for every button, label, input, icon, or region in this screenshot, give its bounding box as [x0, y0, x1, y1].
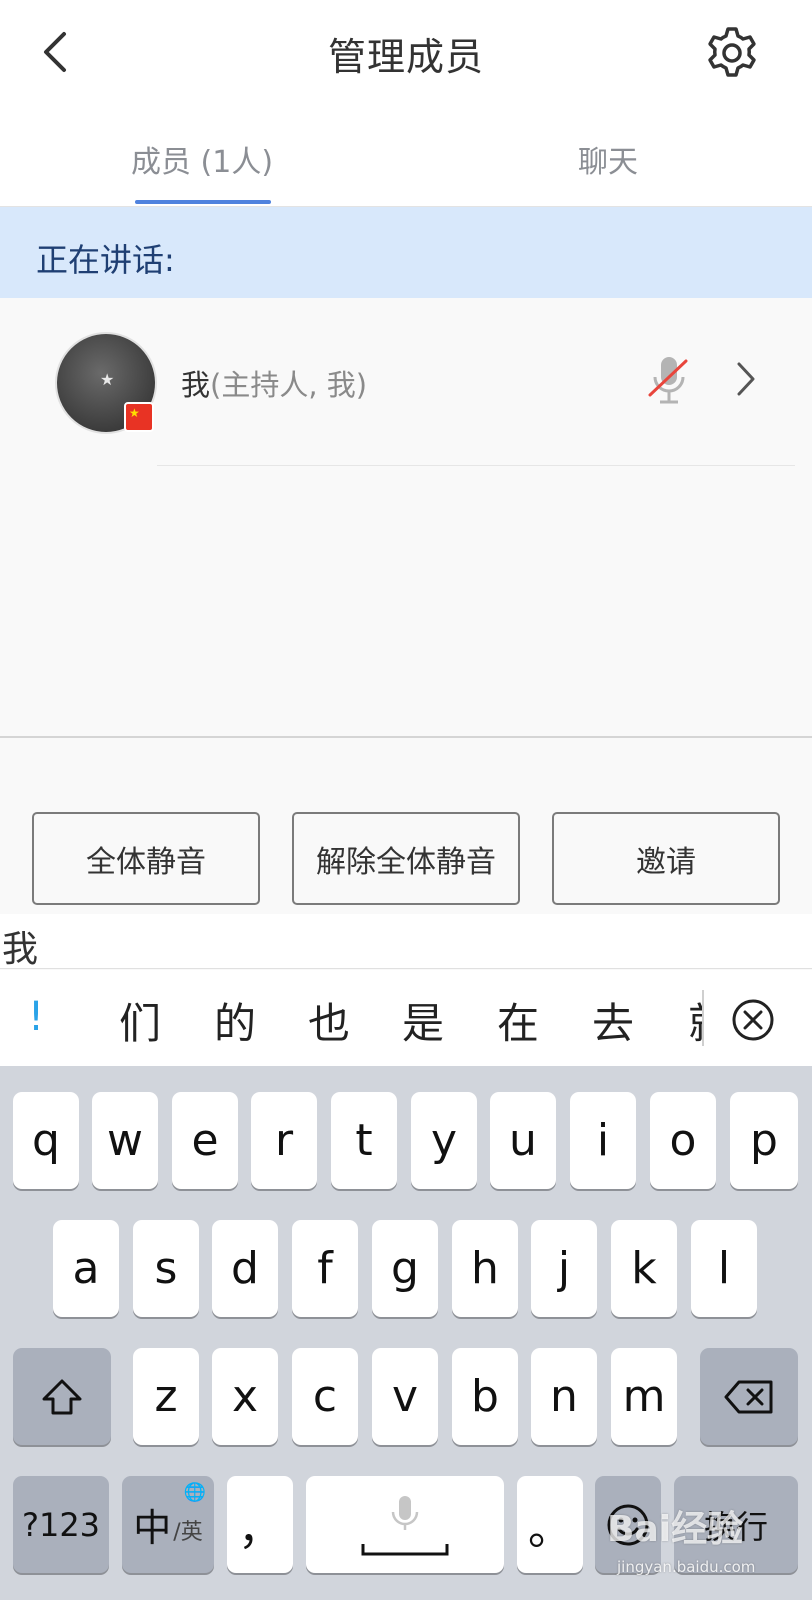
key-m[interactable]: m: [611, 1348, 677, 1445]
language-key[interactable]: 🌐 中/英: [122, 1476, 214, 1573]
tab-members[interactable]: 成员 (1人): [131, 137, 273, 181]
space-mic-icon: [361, 1495, 449, 1555]
key-t[interactable]: t: [331, 1092, 397, 1189]
app-header: 管理成员: [0, 0, 812, 105]
key-e[interactable]: e: [172, 1092, 238, 1189]
candidate-1[interactable]: 们: [119, 990, 161, 1051]
member-name: 我(主持人, 我): [181, 362, 367, 404]
backspace-key[interactable]: [700, 1348, 798, 1445]
key-b[interactable]: b: [452, 1348, 518, 1445]
row-divider: [157, 465, 795, 466]
numbers-key[interactable]: ?123: [13, 1476, 109, 1573]
member-name-text: 我: [181, 368, 211, 402]
candidate-5[interactable]: 在: [497, 990, 539, 1051]
key-h[interactable]: h: [452, 1220, 518, 1317]
space-key[interactable]: [306, 1476, 504, 1573]
watermark-logo: Bai经验: [607, 1509, 744, 1550]
key-p[interactable]: p: [730, 1092, 798, 1189]
unmute-all-button[interactable]: 解除全体静音: [292, 812, 520, 905]
key-z[interactable]: z: [133, 1348, 199, 1445]
candidate-4[interactable]: 是: [402, 990, 444, 1051]
key-x[interactable]: x: [212, 1348, 278, 1445]
key-q[interactable]: q: [13, 1092, 79, 1189]
candidate-bar: ! 们 的 也 是 在 去 就: [0, 970, 812, 1066]
shift-icon: [42, 1379, 82, 1414]
key-w[interactable]: w: [92, 1092, 158, 1189]
key-c[interactable]: c: [292, 1348, 358, 1445]
candidate-2[interactable]: 的: [214, 990, 256, 1051]
key-a[interactable]: a: [53, 1220, 119, 1317]
key-j[interactable]: j: [531, 1220, 597, 1317]
close-circle-icon[interactable]: [731, 998, 775, 1042]
tab-chat[interactable]: 聊天: [578, 137, 638, 181]
language-key-main: 中: [133, 1506, 172, 1550]
flag-badge-icon: ★: [124, 402, 154, 432]
period-key[interactable]: 。: [517, 1476, 583, 1573]
candidate-0[interactable]: !: [28, 994, 44, 1040]
candidate-3[interactable]: 也: [308, 990, 350, 1051]
gear-icon[interactable]: [704, 25, 760, 81]
key-y[interactable]: y: [411, 1092, 477, 1189]
key-u[interactable]: u: [490, 1092, 556, 1189]
mic-muted-icon[interactable]: [648, 355, 690, 407]
star-icon: ★: [100, 370, 115, 389]
key-l[interactable]: l: [691, 1220, 757, 1317]
speaking-label: 正在讲话:: [36, 241, 175, 279]
speaking-banner: 正在讲话:: [0, 207, 812, 298]
key-i[interactable]: i: [570, 1092, 636, 1189]
candidate-separator: [702, 990, 704, 1046]
composition-text: 我: [2, 929, 39, 970]
chevron-right-icon[interactable]: [734, 360, 758, 398]
member-list: ★ ★ 我(主持人, 我): [0, 298, 812, 738]
key-d[interactable]: d: [212, 1220, 278, 1317]
comma-key[interactable]: ，: [227, 1476, 293, 1573]
page-title: 管理成员: [327, 35, 484, 79]
key-n[interactable]: n: [531, 1348, 597, 1445]
key-o[interactable]: o: [650, 1092, 716, 1189]
candidate-6[interactable]: 去: [592, 990, 634, 1051]
key-r[interactable]: r: [251, 1092, 317, 1189]
ime-composition-bar: 我: [0, 914, 812, 970]
globe-icon: 🌐: [183, 1482, 206, 1503]
tab-bar: 成员 (1人) 聊天: [0, 105, 812, 207]
key-f[interactable]: f: [292, 1220, 358, 1317]
candidate-7[interactable]: 就: [688, 990, 702, 1042]
member-role: (主持人, 我): [210, 368, 368, 402]
active-tab-indicator: [135, 200, 271, 204]
key-g[interactable]: g: [372, 1220, 438, 1317]
watermark: Bai经验 jingyan.baidu.com: [595, 1500, 795, 1590]
key-v[interactable]: v: [372, 1348, 438, 1445]
mute-all-button[interactable]: 全体静音: [32, 812, 260, 905]
shift-key[interactable]: [13, 1348, 111, 1445]
watermark-url: jingyan.baidu.com: [617, 1558, 756, 1576]
key-s[interactable]: s: [133, 1220, 199, 1317]
language-key-sub: /英: [173, 1519, 203, 1545]
key-k[interactable]: k: [611, 1220, 677, 1317]
invite-button[interactable]: 邀请: [552, 812, 780, 905]
backspace-icon: [724, 1380, 773, 1413]
